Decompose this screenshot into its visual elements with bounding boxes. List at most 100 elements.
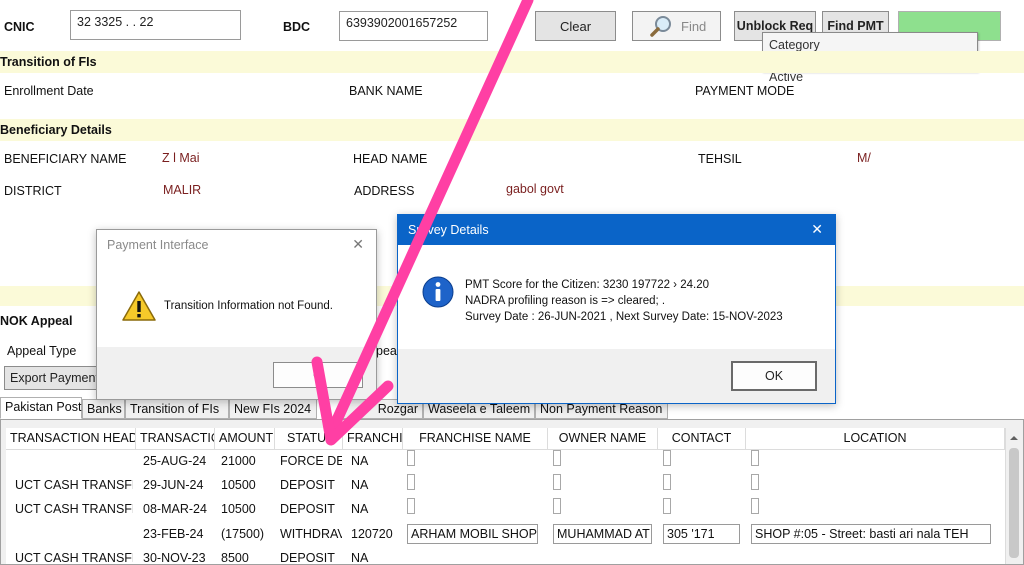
cell-franchise: NA (351, 551, 369, 565)
cell-transaction-date: 30-NOV-23 (143, 551, 206, 565)
cell-transaction-head: UCT CASH TRANSFE (15, 478, 133, 492)
col-transaction-head[interactable]: TRANSACTION HEAD (6, 428, 136, 450)
beneficiary-name-value: Z l Mai (162, 151, 200, 165)
nok-appeal-title: NOK Appeal (0, 314, 73, 328)
cell-transaction-date: 25-AUG-24 (143, 454, 207, 468)
cell-contact-box[interactable] (663, 498, 671, 514)
payment-dialog-footer: O (97, 347, 376, 399)
table-row[interactable]: UCT CASH TRANSFE 29-JUN-24 10500 DEPOSIT… (6, 474, 1005, 498)
col-owner-name[interactable]: OWNER NAME (548, 428, 658, 450)
pmt-score-line: PMT Score for the Citizen: 3230 197722 ›… (465, 279, 709, 291)
cell-transaction-head (15, 454, 133, 472)
warning-icon (122, 291, 156, 321)
col-status[interactable]: STATUS (275, 428, 343, 450)
close-icon[interactable]: ✕ (352, 236, 364, 253)
close-icon[interactable]: ✕ (811, 221, 823, 238)
transactions-grid: TRANSACTION HEAD TRANSACTIO AMOUNT STATU… (0, 419, 1024, 565)
cell-franchise: NA (351, 454, 369, 468)
district-label: DISTRICT (4, 184, 62, 198)
survey-details-dialog: Survey Details ✕ PMT Score for the Citiz… (397, 214, 836, 404)
cell-franchise-name-box[interactable] (407, 474, 415, 490)
col-franchise[interactable]: FRANCHI (343, 428, 403, 450)
info-icon (422, 276, 454, 308)
payment-mode-label: PAYMENT MODE (695, 84, 795, 98)
tab-new-fis-2024[interactable]: New FIs 2024 (229, 399, 317, 419)
bdc-input[interactable]: 6393902001657252 (339, 11, 488, 41)
cell-transaction-head: UCT CASH TRANSFE (15, 551, 133, 565)
cell-location-box[interactable] (751, 498, 759, 514)
cell-transaction-head: UCT CASH TRANSFE (15, 502, 133, 516)
col-contact[interactable]: CONTACT (658, 428, 746, 450)
table-row[interactable]: 23-FEB-24 (17500) WITHDRAV 120720 ARHAM … (6, 522, 1005, 546)
cell-franchise-name-box[interactable] (407, 498, 415, 514)
cell-contact-box[interactable] (663, 450, 671, 466)
cell-transaction-date: 23-FEB-24 (143, 527, 204, 541)
cell-contact[interactable]: 305 '171 (663, 524, 740, 544)
cell-franchise-name[interactable]: ARHAM MOBIL SHOP (407, 524, 538, 544)
enrollment-date-label: Enrollment Date (4, 84, 94, 98)
table-row[interactable]: 25-AUG-24 21000 FORCE DE NA (6, 450, 1005, 474)
cell-owner-name-box[interactable] (553, 474, 561, 490)
export-payment-button[interactable]: Export Payment (4, 366, 100, 390)
tab-banks[interactable]: Banks (82, 399, 125, 419)
transition-section-title: Transition of FIs (0, 55, 97, 69)
scroll-thumb[interactable] (1009, 448, 1019, 558)
col-franchise-name[interactable]: FRANCHISE NAME (403, 428, 548, 450)
beneficiary-name-label: BENEFICIARY NAME (4, 152, 127, 166)
cell-owner-name-box[interactable] (553, 450, 561, 466)
cell-status: WITHDRAV (280, 527, 342, 541)
cell-amount: 10500 (221, 502, 256, 516)
cell-franchise: 120720 (351, 527, 393, 541)
nadra-reason-line: NADRA profiling reason is => cleared; . (465, 295, 666, 307)
table-row[interactable]: UCT CASH TRANSFE 30-NOV-23 8500 DEPOSIT … (6, 547, 1005, 565)
cell-status: DEPOSIT (280, 478, 335, 492)
survey-ok-button[interactable]: OK (731, 361, 817, 391)
cell-status: DEPOSIT (280, 502, 335, 516)
cell-amount: 10500 (221, 478, 256, 492)
cell-transaction-date: 29-JUN-24 (143, 478, 204, 492)
cell-owner-name-box[interactable] (553, 498, 561, 514)
cell-status: DEPOSIT (280, 551, 335, 565)
cell-transaction-date: 08-MAR-24 (143, 502, 207, 516)
grid-body: 25-AUG-24 21000 FORCE DE NA UCT CASH TRA… (6, 450, 1005, 565)
payment-dialog-message: Transition Information not Found. (164, 300, 333, 312)
cell-franchise: NA (351, 502, 369, 516)
address-label: ADDRESS (354, 184, 415, 198)
cell-location-box[interactable] (751, 474, 759, 490)
find-button[interactable]: Find (632, 11, 721, 41)
payment-ok-button[interactable]: O (273, 362, 363, 388)
tab-transition-of-fis[interactable]: Transition of FIs (125, 399, 229, 419)
cell-status: FORCE DE (280, 454, 342, 468)
bank-name-label: BANK NAME (349, 84, 423, 98)
cell-transaction-head (15, 527, 133, 545)
payment-interface-dialog: Payment Interface ✕ Transition Informati… (96, 229, 377, 400)
cell-location-box[interactable] (751, 450, 759, 466)
transition-section-header: Transition of FIs (0, 51, 1024, 73)
cell-franchise-name-box[interactable] (407, 450, 415, 466)
table-row[interactable]: UCT CASH TRANSFE 08-MAR-24 10500 DEPOSIT… (6, 498, 1005, 522)
cell-amount: (17500) (221, 527, 265, 541)
survey-date-line: Survey Date : 26-JUN-2021 , Next Survey … (465, 311, 783, 323)
cell-owner-name[interactable]: MUHAMMAD AT (553, 524, 652, 544)
grid-vertical-scrollbar[interactable] (1005, 428, 1022, 564)
survey-dialog-title: Survey Details (398, 215, 835, 245)
cell-amount: 21000 (221, 454, 256, 468)
scroll-up-arrow-icon[interactable] (1006, 430, 1022, 446)
col-transaction-date[interactable]: TRANSACTIO (136, 428, 215, 450)
col-location[interactable]: LOCATION (746, 428, 1005, 450)
cell-amount: 8500 (221, 551, 249, 565)
payment-dialog-title: Payment Interface (107, 238, 209, 252)
col-amount[interactable]: AMOUNT (215, 428, 275, 450)
clear-button[interactable]: Clear (535, 11, 616, 41)
cell-contact-box[interactable] (663, 474, 671, 490)
tehsil-value: M/ (857, 151, 871, 165)
beneficiary-section-header: Beneficiary Details (0, 119, 1024, 141)
survey-dialog-message: PMT Score for the Citizen: 3230 197722 ›… (465, 277, 783, 325)
cell-franchise: NA (351, 478, 369, 492)
bdc-label: BDC (283, 20, 311, 34)
cnic-input[interactable]: 32 3325 . . 22 (70, 10, 241, 40)
magnifier-icon (650, 16, 671, 37)
cell-location[interactable]: SHOP #:05 - Street: basti ari nala TEH (751, 524, 991, 544)
tab-pakistan-post[interactable]: Pakistan Post (0, 397, 82, 419)
tehsil-label: TEHSIL (698, 152, 742, 166)
